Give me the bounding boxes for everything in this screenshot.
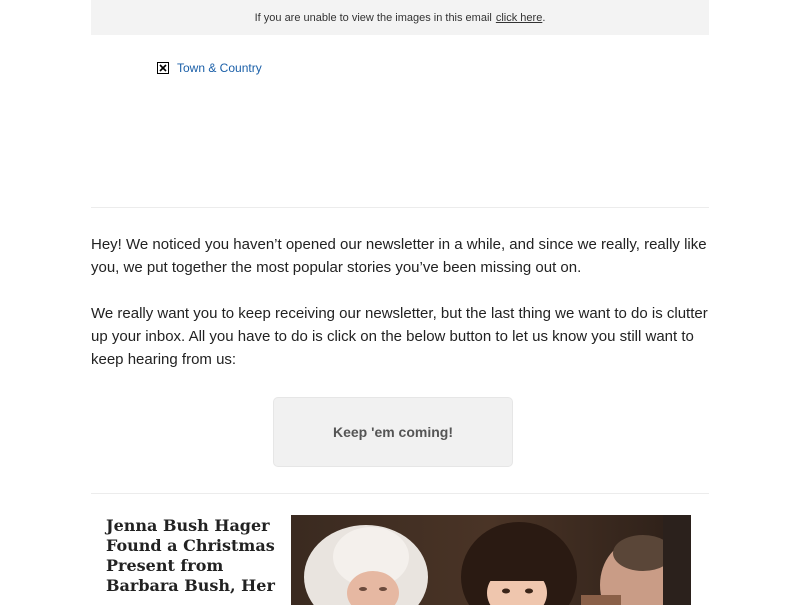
broken-image-icon — [157, 62, 169, 74]
intro-text: Hey! We noticed you haven’t opened our n… — [91, 233, 709, 371]
keep-em-coming-button[interactable]: Keep 'em coming! — [273, 397, 513, 467]
divider-top — [91, 207, 709, 208]
intro-paragraph-1: Hey! We noticed you haven’t opened our n… — [91, 236, 707, 276]
preheader-suffix: . — [542, 11, 546, 24]
divider-bottom — [91, 493, 709, 494]
click-here-link[interactable]: click here — [496, 12, 542, 24]
family-photo-image — [291, 515, 691, 605]
article-title-link[interactable]: Jenna Bush Hager Found a Christmas Prese… — [106, 516, 276, 596]
preheader-text: If you are unable to view the images in … — [254, 11, 492, 24]
email-container: If you are unable to view the images in … — [91, 0, 709, 605]
logo-row[interactable]: Town & Country — [157, 61, 262, 75]
article-photo[interactable] — [291, 515, 691, 605]
town-country-logo-link[interactable]: Town & Country — [177, 61, 262, 75]
preheader-bar: If you are unable to view the images in … — [91, 0, 709, 35]
intro-paragraph-2: We really want you to keep receiving our… — [91, 305, 708, 368]
